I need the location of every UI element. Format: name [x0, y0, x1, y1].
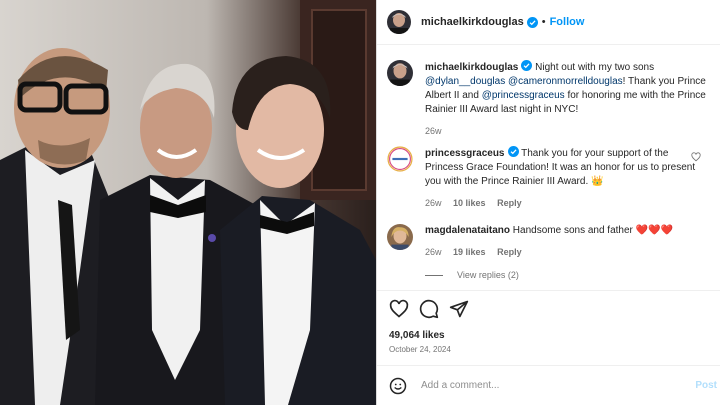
- commenter-avatar[interactable]: [387, 146, 413, 172]
- follow-button[interactable]: Follow: [550, 16, 585, 28]
- heart-icon: [389, 299, 409, 318]
- caption-avatar-image: [387, 60, 413, 86]
- comment-icon: [419, 299, 439, 319]
- comment-button[interactable]: [419, 299, 439, 319]
- post-comment-button[interactable]: Post: [695, 380, 717, 391]
- author-avatar[interactable]: [387, 10, 411, 34]
- comment-text: Handsome sons and father ❤️❤️❤️: [510, 225, 674, 236]
- post-header: michaelkirkdouglas • Follow: [377, 0, 720, 45]
- add-comment-input[interactable]: Add a comment...: [421, 380, 499, 391]
- comment-likes[interactable]: 19 likes: [453, 247, 486, 257]
- commenter-avatar[interactable]: [387, 224, 413, 250]
- princessgrace-logo: [387, 146, 413, 172]
- share-button[interactable]: [449, 299, 469, 319]
- comment-likes[interactable]: 10 likes: [453, 198, 486, 208]
- caption-avatar[interactable]: [387, 60, 413, 86]
- reply-button[interactable]: Reply: [497, 247, 522, 257]
- post-date: October 24, 2024: [389, 345, 451, 354]
- caption-text-1: Night out with my two sons: [532, 62, 655, 73]
- caption-verified-icon: [521, 60, 533, 71]
- verified-badge-icon: [526, 16, 538, 28]
- mention-princessgrace[interactable]: @princessgraceus: [482, 90, 565, 101]
- view-replies-button[interactable]: View replies (2): [425, 270, 519, 280]
- comment-time[interactable]: 26w: [425, 247, 442, 257]
- comment-item: magdalenataitano Handsome sons and fathe…: [387, 224, 707, 257]
- post-photo[interactable]: [0, 0, 376, 405]
- caption-username[interactable]: michaelkirkdouglas: [425, 62, 518, 73]
- comment-like-heart-icon[interactable]: [691, 152, 701, 162]
- author-username[interactable]: michaelkirkdouglas: [421, 16, 524, 28]
- likes-count[interactable]: 49,064 likes: [389, 330, 445, 341]
- caption: michaelkirkdouglas Night out with my two…: [387, 60, 707, 136]
- comment-item: princessgraceus Thank you for your suppo…: [387, 146, 707, 208]
- author-avatar-image: [387, 10, 411, 34]
- header-separator: •: [541, 16, 546, 28]
- comments-list[interactable]: michaelkirkdouglas Night out with my two…: [377, 52, 720, 292]
- caption-time[interactable]: 26w: [425, 126, 442, 136]
- reply-button[interactable]: Reply: [497, 198, 522, 208]
- instagram-post-view: michaelkirkdouglas • Follow michaelkirkd…: [0, 0, 720, 405]
- magdalena-avatar-image: [387, 224, 413, 250]
- action-bar: [377, 290, 720, 330]
- share-icon: [449, 300, 469, 318]
- commenter-username[interactable]: princessgraceus: [425, 148, 505, 159]
- post-details-panel: michaelkirkdouglas • Follow michaelkirkd…: [376, 0, 720, 405]
- add-comment-bar: Add a comment... Post: [377, 365, 720, 405]
- commenter-username[interactable]: magdalenataitano: [425, 225, 510, 236]
- comment-time[interactable]: 26w: [425, 198, 442, 208]
- like-button[interactable]: [389, 299, 409, 319]
- emoji-icon[interactable]: [389, 377, 407, 395]
- commenter-verified-icon: [507, 146, 519, 157]
- view-replies-label: View replies (2): [457, 270, 519, 280]
- photo-illustration: [0, 0, 376, 405]
- replies-divider: [425, 274, 443, 276]
- mention-dylan[interactable]: @dylan__douglas: [425, 76, 505, 87]
- mention-cameron[interactable]: @cameronmorrelldouglas: [508, 76, 623, 87]
